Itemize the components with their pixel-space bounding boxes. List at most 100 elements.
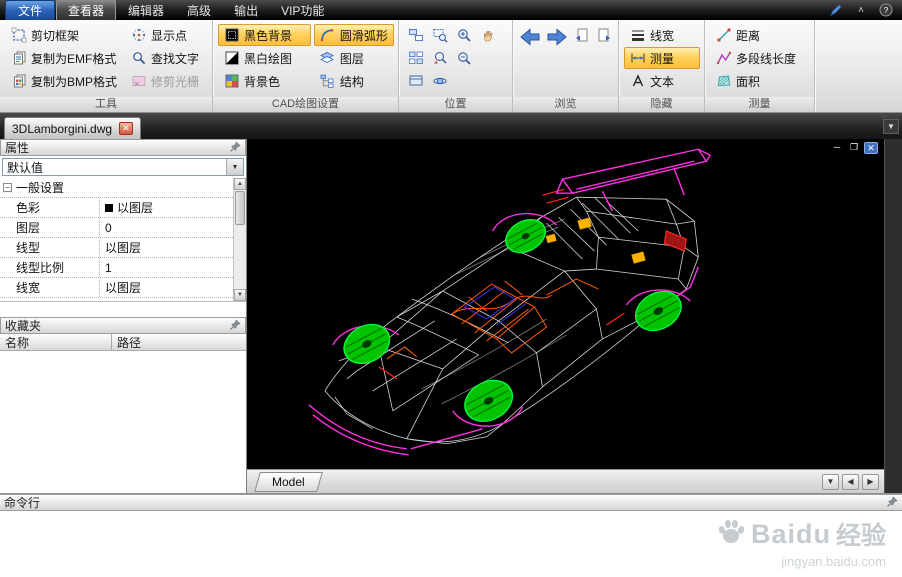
hand-pan-icon[interactable] [476,24,499,46]
property-label: 线宽 [0,278,100,297]
show-points-icon [130,27,147,43]
collapse-tree-icon[interactable]: − [3,183,12,192]
favorites-list-empty[interactable] [0,351,246,493]
preset-dropdown[interactable]: 默认值 ▼ [2,158,244,176]
column-header-path[interactable]: 路径 [112,334,246,351]
property-group-label: 一般设置 [16,181,65,195]
smooth-arc-button[interactable]: 圆滑弧形 [313,24,394,46]
button-label: 图层 [339,51,364,66]
favorites-panel-header: 收藏夹 [0,317,246,334]
measure-toggle-button[interactable]: 测量 [624,47,700,69]
pin-icon[interactable] [230,140,241,155]
favorites-panel-title: 收藏夹 [5,319,42,333]
area-icon [715,73,732,89]
tab-vip[interactable]: VIP功能 [270,0,335,21]
property-row-layer[interactable]: 图层 0 [0,218,233,238]
button-label: 多段线长度 [736,51,797,66]
bw-drawing-icon [223,50,240,66]
show-points-button[interactable]: 显示点 [125,24,208,46]
property-row-linetype-scale[interactable]: 线型比例 1 [0,258,233,278]
area-button[interactable]: 面积 [710,70,810,92]
background-color-button[interactable]: 背景色 [218,70,311,92]
button-label: 复制为BMP格式 [31,74,118,89]
button-label: 结构 [339,74,364,89]
property-value: 以图层 [105,241,142,255]
zoom-window-icon[interactable] [428,24,451,46]
tab-output[interactable]: 输出 [223,0,269,21]
collapse-ribbon-icon[interactable]: ˄ [853,3,869,18]
button-label: 黑白绘图 [244,51,293,66]
model-tab[interactable]: Model [254,471,323,492]
named-views-icon[interactable] [404,70,427,92]
copy-emf-button[interactable]: 复制为EMF格式 [5,47,122,69]
pin-icon[interactable] [230,318,241,333]
scrollbar-thumb[interactable] [235,191,245,225]
ribbon-filler [815,20,902,112]
zoom-previous-icon[interactable] [428,47,451,69]
property-label: 图层 [0,218,100,237]
distance-button[interactable]: 距离 [710,24,810,46]
minimize-icon[interactable]: ─ [830,142,844,154]
close-icon[interactable]: ✕ [864,142,878,154]
property-row-lineweight[interactable]: 线宽 以图层 [0,278,233,298]
property-value: 以图层 [117,201,154,215]
close-document-icon[interactable]: ✕ [119,122,134,135]
ribbon: 剪切框架 复制为EMF格式 复制为BMP格式 显示点 查找文字 修剪光栅 工具 … [0,20,902,113]
restore-icon[interactable]: ❐ [847,142,861,154]
structure-button[interactable]: 结构 [314,70,394,92]
document-tab-label: 3DLamborgini.dwg [12,121,113,136]
window-tile-icon[interactable] [404,47,427,69]
collapsed-right-panel[interactable] [884,139,902,493]
button-label: 背景色 [244,74,281,89]
trim-raster-button: 修剪光栅 [125,70,208,92]
layout-dropdown-icon[interactable]: ▼ [822,473,839,490]
document-tab[interactable]: 3DLamborgini.dwg ✕ [4,117,142,139]
page-back-icon[interactable] [572,24,592,46]
layers-button[interactable]: 图层 [314,47,394,69]
property-label: 色彩 [0,198,100,217]
orbit-3d-icon[interactable] [428,70,451,92]
page-forward-icon[interactable] [595,24,615,46]
property-row-linetype[interactable]: 线型 以图层 [0,238,233,258]
button-label: 面积 [736,74,761,89]
tab-viewer[interactable]: 查看器 [56,0,117,21]
help-icon[interactable]: ? [878,3,894,18]
black-background-button[interactable]: 黑色背景 [218,24,311,46]
lineweight-button[interactable]: 线宽 [624,24,700,46]
crop-frame-button[interactable]: 剪切框架 [5,24,122,46]
chevron-down-icon[interactable]: ▼ [226,159,243,175]
property-row-color[interactable]: 色彩 以图层 [0,198,233,218]
zoom-out-icon[interactable] [452,47,475,69]
copy-bmp-button[interactable]: 复制为BMP格式 [5,70,122,92]
scroll-down-icon[interactable]: ▼ [234,289,246,301]
prev-layout-icon[interactable]: ◀ [842,473,859,490]
forward-arrow-icon[interactable] [545,24,569,50]
file-menu-button[interactable]: 文件 [5,0,56,21]
find-text-button[interactable]: 查找文字 [125,47,208,69]
zoom-in-icon[interactable] [452,24,475,46]
scroll-up-icon[interactable]: ▲ [234,178,246,190]
drawing-canvas[interactable]: ─ ❐ ✕ [247,139,884,469]
group-label-measure: 测量 [705,97,814,112]
pin-icon[interactable] [887,495,898,510]
polyline-length-button[interactable]: 多段线长度 [710,47,810,69]
copy-emf-icon [10,50,27,66]
group-label-position: 位置 [399,97,512,112]
command-line-panel: 命令行 Baidu 经验 jingyan.baidu.com [0,493,902,577]
bw-drawing-button[interactable]: 黑白绘图 [218,47,311,69]
panel-collapse-chevron-icon[interactable]: ▼ [883,119,899,134]
background-color-icon [223,73,240,89]
tab-advanced[interactable]: 高级 [176,0,222,21]
ribbon-group-measure: 距离 多段线长度 面积 测量 [705,20,815,112]
window-pan-icon[interactable] [404,24,427,46]
back-arrow-icon[interactable] [518,24,542,50]
pen-icon[interactable] [828,3,844,18]
property-grid-scrollbar[interactable]: ▲ ▼ [233,178,246,301]
tab-editor[interactable]: 编辑器 [117,0,175,21]
property-group-row[interactable]: − 一般设置 [0,178,233,198]
text-button[interactable]: 文本 [624,70,700,92]
watermark-brand: Baidu [750,518,831,549]
panel-gap [0,302,246,317]
column-header-name[interactable]: 名称 [0,334,112,351]
next-layout-icon[interactable]: ▶ [862,473,879,490]
